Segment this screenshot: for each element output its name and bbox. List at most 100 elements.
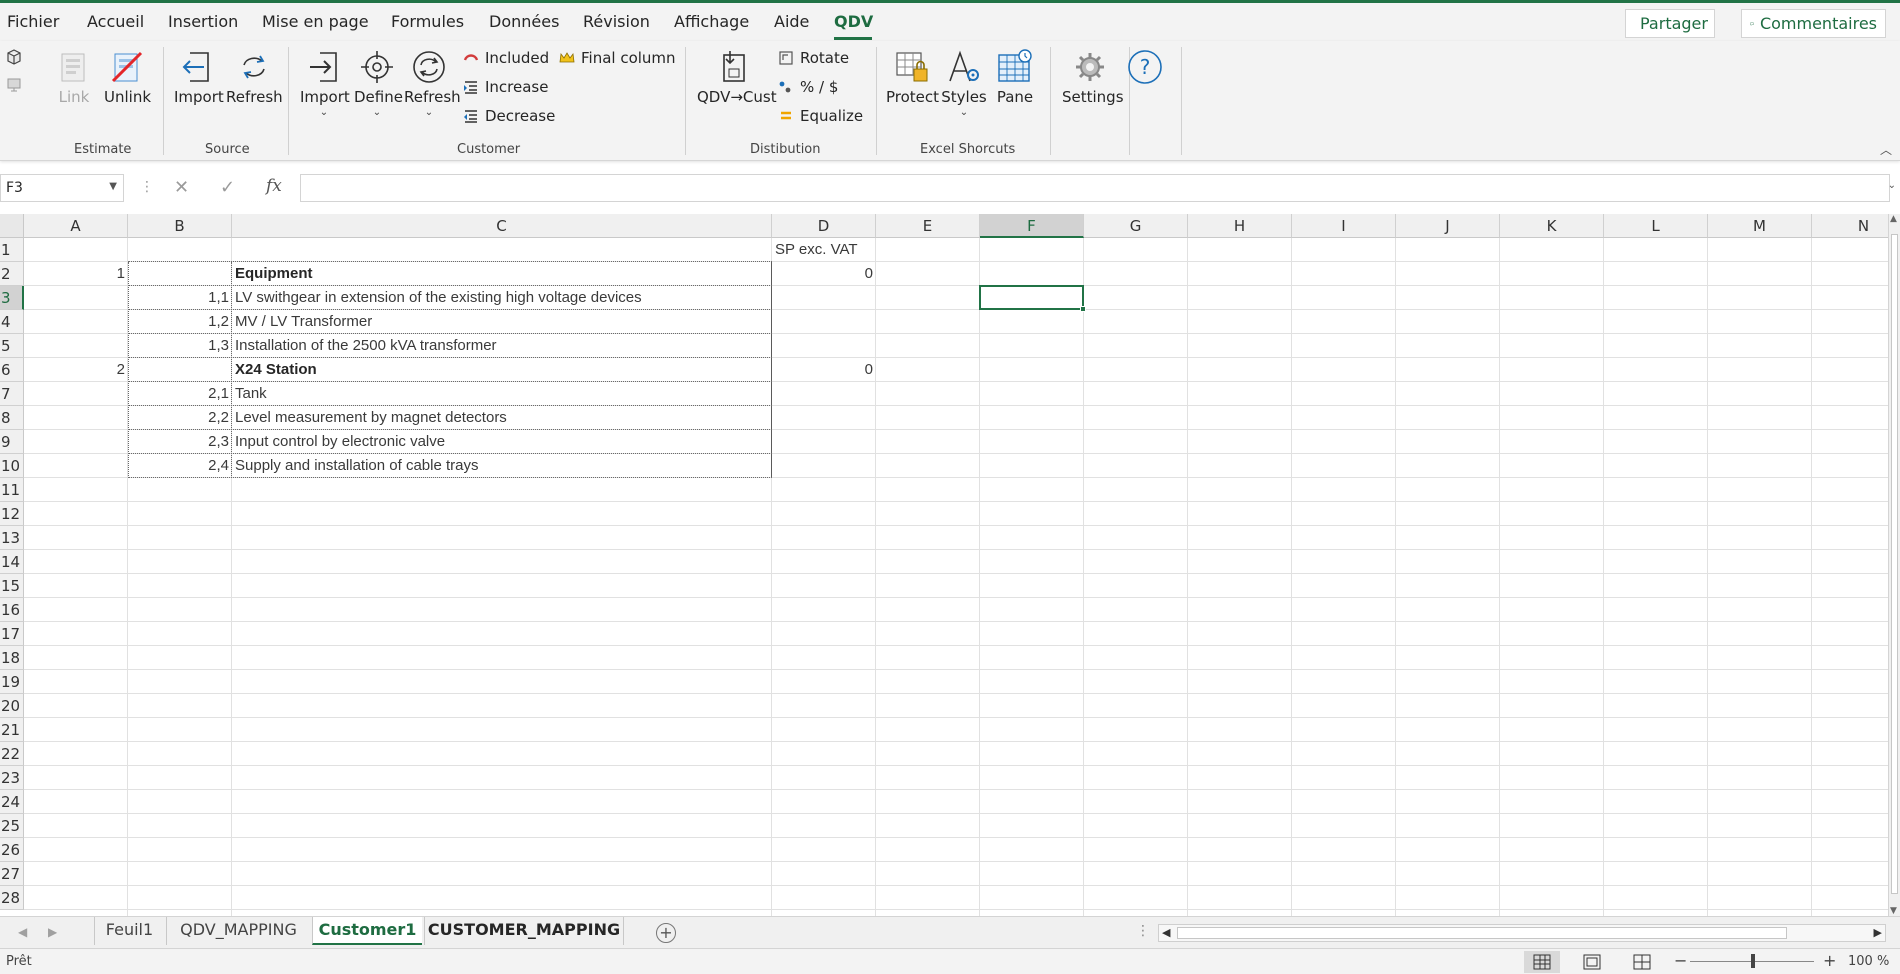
row-header-28[interactable]: 28 [0, 886, 24, 910]
pane-button[interactable]: Pane [994, 49, 1036, 106]
name-box[interactable]: F3 ▼ [0, 174, 124, 202]
included-button[interactable]: Included [463, 49, 549, 67]
insert-function-icon[interactable]: fx [266, 176, 282, 196]
enter-check-icon[interactable]: ✓ [220, 177, 235, 198]
row-header-19[interactable]: 19 [0, 670, 24, 694]
unlink-button[interactable]: Unlink [104, 49, 151, 106]
sheet-tab-customer-mapping[interactable]: CUSTOMER_MAPPING [424, 917, 624, 945]
vertical-scrollbar[interactable]: ▲ ▼ [1888, 214, 1900, 916]
equalize-button[interactable]: Equalize [778, 107, 863, 125]
source-refresh-button[interactable]: Refresh [226, 49, 283, 106]
add-sheet-button[interactable]: + [656, 923, 676, 943]
cell-c3[interactable]: LV swithgear in extension of the existin… [232, 286, 772, 310]
final-column-button[interactable]: Final column [559, 49, 676, 67]
column-header-f[interactable]: F [980, 214, 1084, 238]
scroll-right-icon[interactable]: ▶ [1874, 926, 1882, 939]
row-header-27[interactable]: 27 [0, 862, 24, 886]
row-header-2[interactable]: 2 [0, 262, 24, 286]
menu-qdv[interactable]: QDV [834, 12, 873, 31]
row-header-25[interactable]: 25 [0, 814, 24, 838]
cell-d1[interactable]: SP exc. VAT [772, 238, 876, 262]
row-header-26[interactable]: 26 [0, 838, 24, 862]
cell-c10[interactable]: Supply and installation of cable trays [232, 454, 772, 478]
menu-mise-en-page[interactable]: Mise en page [262, 12, 369, 31]
cell-d6[interactable]: 0 [772, 358, 876, 382]
column-header-j[interactable]: J [1396, 214, 1500, 238]
scroll-down-icon[interactable]: ▼ [1890, 906, 1897, 916]
help-button[interactable]: ? [1127, 49, 1163, 88]
menu-revision[interactable]: Révision [583, 12, 650, 31]
horizontal-scrollbar[interactable]: ◀ ▶ [1158, 924, 1886, 942]
cell-b10[interactable]: 2,4 [128, 454, 232, 478]
column-header-m[interactable]: M [1708, 214, 1812, 238]
previous-sheet-icon[interactable]: ◀ [18, 925, 27, 939]
cube-icon[interactable] [6, 49, 22, 65]
customer-refresh-button[interactable]: Refresh ⌄ [404, 49, 461, 118]
settings-button[interactable]: Settings [1062, 49, 1124, 106]
cell-c4[interactable]: MV / LV Transformer [232, 310, 772, 334]
row-header-15[interactable]: 15 [0, 574, 24, 598]
menu-insertion[interactable]: Insertion [168, 12, 238, 31]
cell-b9[interactable]: 2,3 [128, 430, 232, 454]
row-header-3[interactable]: 3 [0, 286, 24, 310]
selected-cell[interactable] [979, 285, 1086, 312]
cell-c2[interactable]: Equipment [232, 262, 772, 286]
splitter-handle-icon[interactable]: ⋮ [1136, 923, 1150, 939]
row-header-16[interactable]: 16 [0, 598, 24, 622]
row-header-10[interactable]: 10 [0, 454, 24, 478]
zoom-in-icon[interactable]: + [1823, 951, 1836, 970]
row-header-23[interactable]: 23 [0, 766, 24, 790]
styles-button[interactable]: Styles ⌄ [941, 49, 987, 118]
cell-b5[interactable]: 1,3 [128, 334, 232, 358]
more-options-icon[interactable]: ⋮ [140, 179, 154, 195]
menu-fichier[interactable]: Fichier [7, 12, 59, 31]
decrease-button[interactable]: Decrease [463, 107, 555, 125]
collapse-ribbon-icon[interactable]: ︿ [1880, 141, 1892, 158]
column-header-k[interactable]: K [1500, 214, 1604, 238]
cell-b4[interactable]: 1,2 [128, 310, 232, 334]
menu-formules[interactable]: Formules [391, 12, 464, 31]
row-header-21[interactable]: 21 [0, 718, 24, 742]
next-sheet-icon[interactable]: ▶ [48, 925, 57, 939]
row-header-20[interactable]: 20 [0, 694, 24, 718]
page-layout-view-button[interactable] [1574, 951, 1610, 973]
increase-button[interactable]: Increase [463, 78, 548, 96]
qdv-cust-button[interactable]: QDV→Cust [697, 49, 777, 106]
expand-formula-icon[interactable]: ⌄ [1888, 180, 1896, 191]
cell-a6[interactable]: 2 [24, 358, 128, 382]
row-header-5[interactable]: 5 [0, 334, 24, 358]
sheet-tab-customer1[interactable]: Customer1 [312, 917, 422, 945]
cell-d2[interactable]: 0 [772, 262, 876, 286]
screen-icon[interactable] [6, 77, 22, 93]
row-header-11[interactable]: 11 [0, 478, 24, 502]
column-header-d[interactable]: D [772, 214, 876, 238]
column-header-h[interactable]: H [1188, 214, 1292, 238]
cell-b8[interactable]: 2,2 [128, 406, 232, 430]
row-header-13[interactable]: 13 [0, 526, 24, 550]
row-header-12[interactable]: 12 [0, 502, 24, 526]
menu-aide[interactable]: Aide [774, 12, 809, 31]
customer-define-button[interactable]: Define ⌄ [354, 49, 403, 118]
zoom-slider-thumb[interactable] [1751, 954, 1755, 968]
sheet-tab-qdv-mapping[interactable]: QDV_MAPPING [166, 917, 310, 945]
row-header-22[interactable]: 22 [0, 742, 24, 766]
source-import-button[interactable]: Import [174, 49, 224, 106]
row-header-9[interactable]: 9 [0, 430, 24, 454]
chevron-down-icon[interactable]: ▼ [109, 181, 117, 192]
cell-a2[interactable]: 1 [24, 262, 128, 286]
row-header-6[interactable]: 6 [0, 358, 24, 382]
cell-c9[interactable]: Input control by electronic valve [232, 430, 772, 454]
row-header-14[interactable]: 14 [0, 550, 24, 574]
link-button[interactable]: Link [56, 49, 92, 106]
cell-b3[interactable]: 1,1 [128, 286, 232, 310]
row-header-1[interactable]: 1 [0, 238, 24, 262]
protect-button[interactable]: Protect [886, 49, 939, 106]
sheet-tab-feuil1[interactable]: Feuil1 [94, 917, 164, 945]
comments-button[interactable]: Commentaires [1741, 9, 1886, 38]
column-header-e[interactable]: E [876, 214, 980, 238]
cell-c5[interactable]: Installation of the 2500 kVA transformer [232, 334, 772, 358]
scroll-left-icon[interactable]: ◀ [1162, 926, 1170, 939]
cell-b7[interactable]: 2,1 [128, 382, 232, 406]
menu-affichage[interactable]: Affichage [674, 12, 749, 31]
column-header-c[interactable]: C [232, 214, 772, 238]
